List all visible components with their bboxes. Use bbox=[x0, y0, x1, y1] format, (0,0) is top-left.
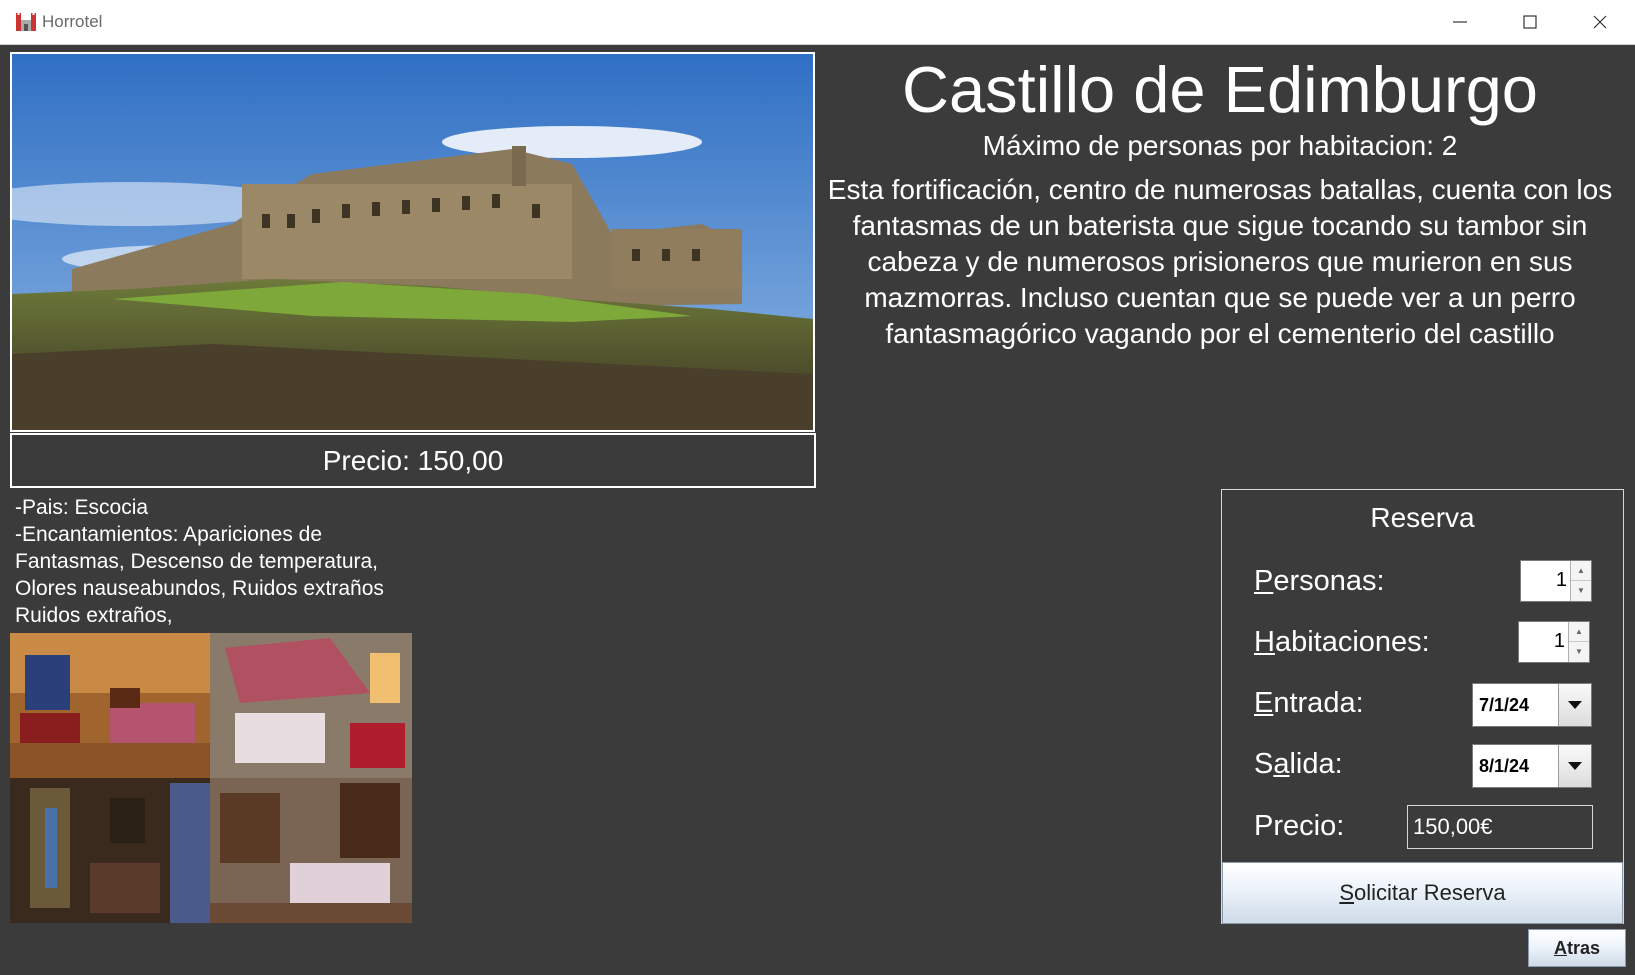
maximize-icon bbox=[1523, 15, 1537, 29]
enchantments-label: -Encantamientos: Apariciones de Fantasma… bbox=[15, 523, 384, 627]
habitaciones-value[interactable]: 1 bbox=[1554, 630, 1565, 653]
max-persons-label: Máximo de personas por habitacion: 2 bbox=[982, 130, 1458, 161]
chevron-down-icon bbox=[1568, 762, 1582, 770]
salida-value: 8/1/24 bbox=[1479, 756, 1530, 776]
habitaciones-spinner[interactable]: 1 ▲ ▼ bbox=[1518, 621, 1590, 663]
entrada-value: 7/1/24 bbox=[1479, 695, 1530, 715]
window-title: Horrotel bbox=[42, 12, 103, 31]
title-bar: Horrotel bbox=[0, 0, 1635, 45]
country-label: -Pais: Escocia bbox=[15, 496, 149, 519]
personas-spinner[interactable]: 1 ▲ ▼ bbox=[1520, 560, 1592, 602]
hotel-info: -Pais: Escocia -Encantamientos: Aparicio… bbox=[15, 494, 385, 629]
reservation-title: Reserva bbox=[1370, 502, 1475, 533]
close-button[interactable] bbox=[1565, 0, 1635, 44]
chevron-down-icon bbox=[1568, 701, 1582, 709]
minimize-button[interactable] bbox=[1425, 0, 1495, 44]
dropdown-button[interactable] bbox=[1558, 684, 1591, 726]
precio-field[interactable]: 150,00€ bbox=[1407, 805, 1593, 849]
spinner-down-icon[interactable]: ▼ bbox=[1569, 642, 1589, 661]
hotel-photo bbox=[10, 52, 815, 432]
habitaciones-label: Habitaciones: bbox=[1254, 626, 1430, 658]
maximize-button[interactable] bbox=[1495, 0, 1565, 44]
entrada-label: Entrada: bbox=[1254, 687, 1364, 719]
personas-value[interactable]: 1 bbox=[1556, 569, 1567, 592]
salida-label: Salida: bbox=[1254, 748, 1343, 780]
spinner-down-icon[interactable]: ▼ bbox=[1571, 581, 1591, 600]
castle-icon bbox=[16, 13, 36, 31]
spinner-up-icon[interactable]: ▲ bbox=[1569, 622, 1589, 642]
atras-button[interactable]: Atras bbox=[1528, 929, 1626, 967]
salida-date-combo[interactable]: 8/1/24 bbox=[1472, 744, 1592, 788]
hotel-description: Esta fortificación, centro de numerosas … bbox=[827, 174, 1613, 349]
price-label: Precio: 150,00 bbox=[10, 433, 816, 488]
precio-label: Precio: bbox=[1254, 810, 1345, 842]
hotel-title: Castillo de Edimburgo bbox=[902, 53, 1538, 126]
room-photos-collage bbox=[10, 633, 412, 923]
reservation-panel: Reserva Personas: 1 ▲ ▼ Habitaciones: 1 … bbox=[1221, 489, 1624, 924]
entrada-date-combo[interactable]: 7/1/24 bbox=[1472, 683, 1592, 727]
spinner-up-icon[interactable]: ▲ bbox=[1571, 561, 1591, 581]
dropdown-button[interactable] bbox=[1558, 745, 1591, 787]
personas-label: Personas: bbox=[1254, 565, 1385, 597]
close-icon bbox=[1593, 15, 1607, 29]
minimize-icon bbox=[1453, 21, 1467, 23]
app-window: Horrotel Precio: 150,00 Castillo de Edim… bbox=[0, 0, 1635, 975]
solicitar-reserva-button[interactable]: Solicitar Reserva bbox=[1222, 862, 1623, 924]
